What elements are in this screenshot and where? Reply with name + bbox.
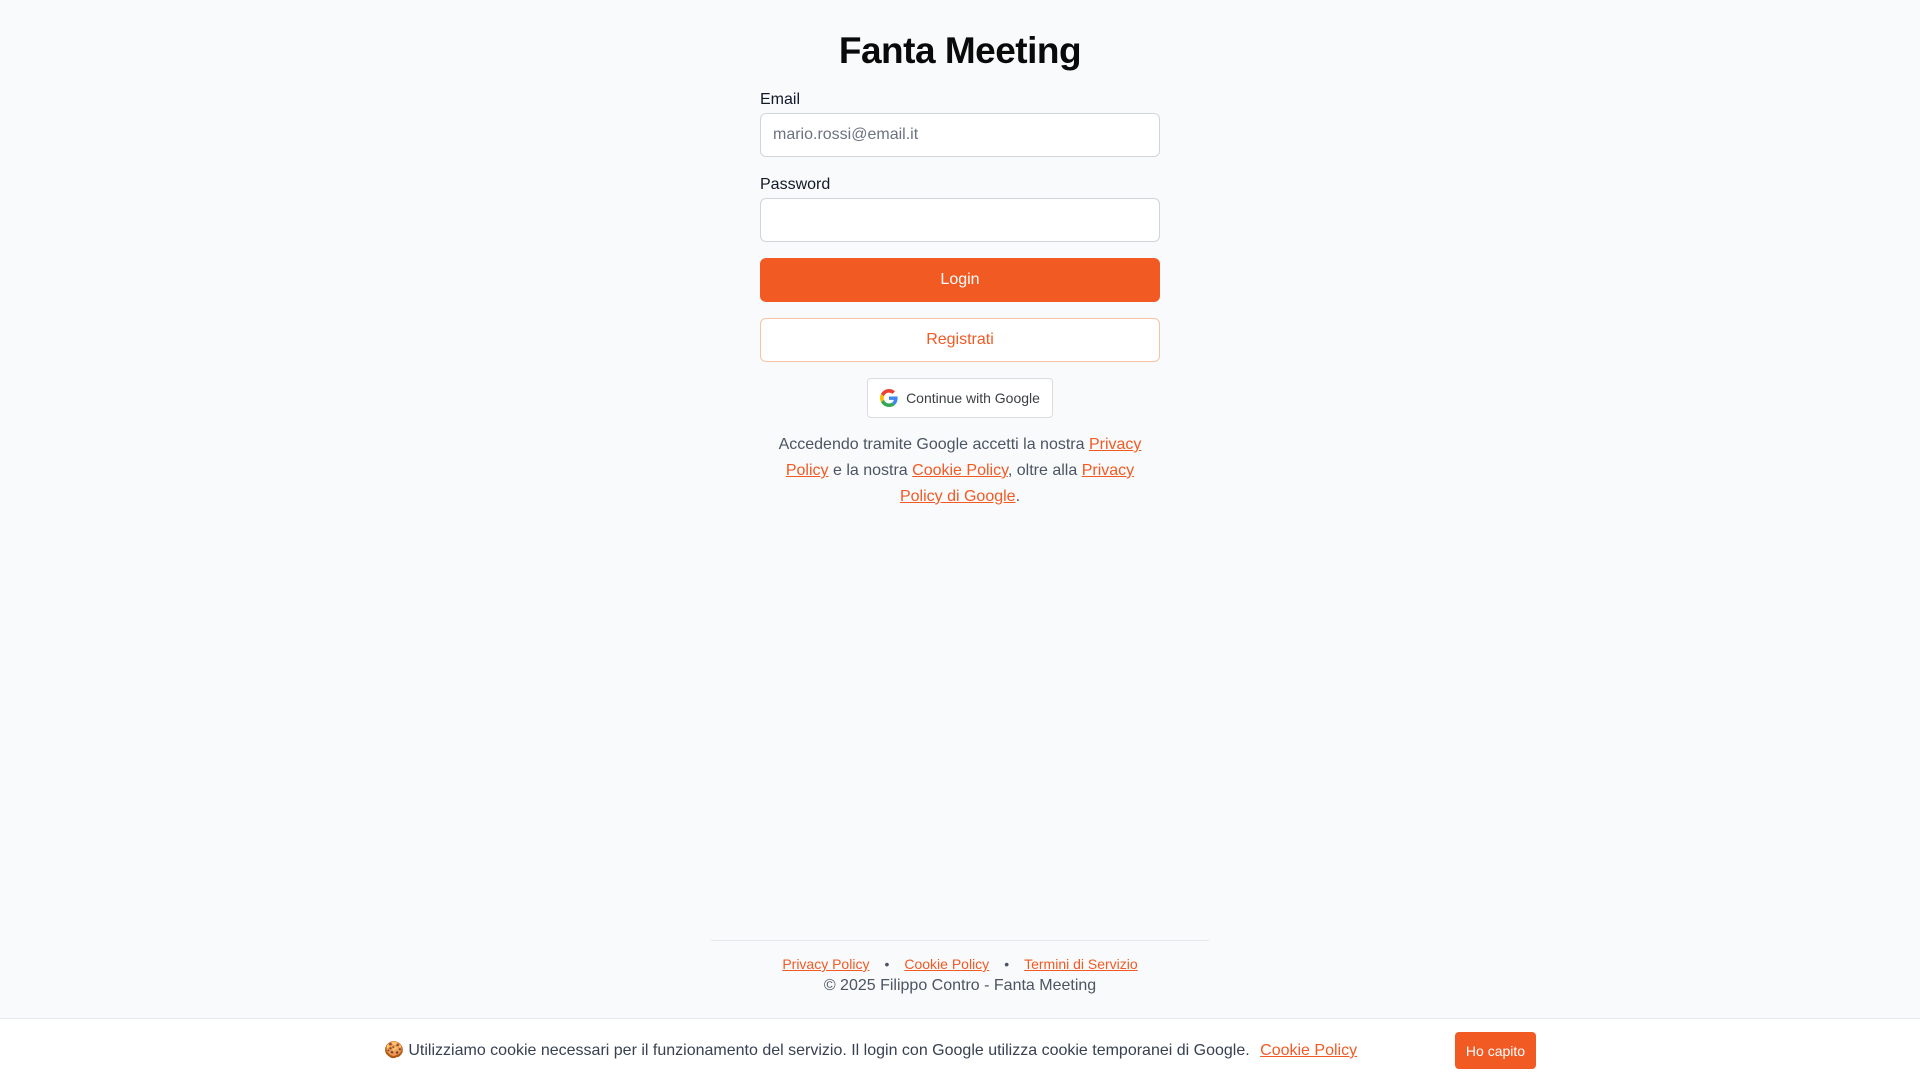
cookie-message-row: 🍪 Utilizziamo cookie necessari per il fu… bbox=[384, 1041, 1357, 1061]
cookie-message: Utilizziamo cookie necessari per il funz… bbox=[408, 1042, 1250, 1059]
email-label: Email bbox=[760, 91, 801, 108]
register-button[interactable]: Registrati bbox=[760, 318, 1160, 362]
consent-part-1: Accedendo tramite Google accetti la nost… bbox=[778, 436, 1089, 453]
footer-privacy-link[interactable]: Privacy Policy bbox=[782, 956, 869, 972]
login-panel: Fanta Meeting Email Password Login Regis… bbox=[760, 30, 1160, 510]
email-input[interactable] bbox=[760, 113, 1160, 157]
cookie-banner: 🍪 Utilizziamo cookie necessari per il fu… bbox=[0, 1018, 1920, 1080]
email-group: Email bbox=[760, 90, 1160, 157]
password-input[interactable] bbox=[760, 198, 1160, 242]
consent-part-2: e la nostra bbox=[828, 462, 913, 479]
cookie-accept-button[interactable]: Ho capito bbox=[1455, 1032, 1536, 1069]
google-signin-label: Continue with Google bbox=[906, 390, 1040, 406]
cookie-icon: 🍪 bbox=[384, 1042, 404, 1059]
footer: Privacy Policy • Cookie Policy • Termini di … bbox=[711, 940, 1209, 996]
footer-links: Privacy Policy • Cookie Policy • Termini di … bbox=[711, 955, 1209, 973]
footer-terms-link[interactable]: Termini di Servizio bbox=[1024, 956, 1138, 972]
consent-part-3: , oltre alla bbox=[1007, 462, 1082, 479]
google-row: Continue with Google bbox=[760, 378, 1160, 418]
consent-text: Accedendo tramite Google accetti la nost… bbox=[770, 432, 1150, 510]
login-button[interactable]: Login bbox=[760, 258, 1160, 302]
cookie-policy-link[interactable]: Cookie Policy bbox=[912, 462, 1008, 479]
footer-separator: • bbox=[884, 956, 890, 972]
password-label: Password bbox=[760, 176, 831, 193]
password-group: Password bbox=[760, 175, 1160, 242]
google-signin-button[interactable]: Continue with Google bbox=[867, 378, 1053, 418]
page-title: Fanta Meeting bbox=[838, 30, 1082, 71]
consent-part-4: . bbox=[1015, 488, 1021, 505]
copyright-text: © 2025 Filippo Contro - Fanta Meeting bbox=[823, 977, 1097, 994]
google-g-icon bbox=[880, 389, 898, 407]
banner-cookie-policy-link[interactable]: Cookie Policy bbox=[1260, 1042, 1357, 1059]
footer-cookie-link[interactable]: Cookie Policy bbox=[904, 956, 989, 972]
footer-separator: • bbox=[1004, 956, 1010, 972]
